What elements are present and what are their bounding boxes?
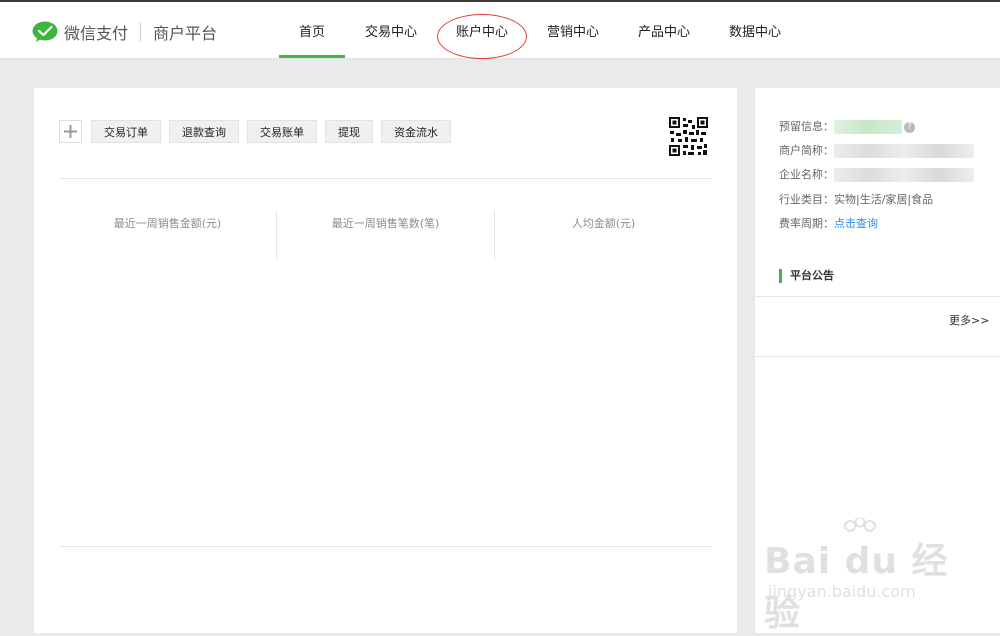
rate-period-row: 费率周期：点击查询 — [779, 215, 878, 231]
withdraw-button[interactable]: 提现 — [325, 120, 373, 143]
trade-bills-button[interactable]: 交易账单 — [247, 120, 317, 143]
merchant-short-name-row: 商户简称： — [779, 142, 974, 158]
reserved-info-value-redacted — [834, 120, 902, 134]
platform-notice-title: 平台公告 — [779, 269, 834, 283]
industry-label: 行业类目： — [779, 193, 834, 206]
sales-stats: 最近一周销售金额(元) 最近一周销售笔数(笔) 人均金额(元) — [59, 210, 712, 260]
main-nav: 首页 交易中心 账户中心 营销中心 产品中心 数据中心 — [279, 2, 801, 58]
logo[interactable]: 微信支付 商户平台 — [32, 20, 217, 44]
nav-product-center[interactable]: 产品中心 — [619, 2, 709, 58]
quick-toolbar: 交易订单 退款查询 交易账单 提现 资金流水 — [59, 120, 459, 143]
stat-weekly-sales-amount: 最近一周销售金额(元) — [113, 217, 222, 230]
add-shortcut-button[interactable] — [59, 120, 82, 143]
nav-data-center[interactable]: 数据中心 — [709, 2, 801, 58]
company-name-redacted — [834, 168, 974, 182]
baidu-watermark: Bai du 经验 jingyan.baidu.com — [764, 518, 954, 634]
watermark-url: jingyan.baidu.com — [768, 582, 916, 601]
wechat-pay-logo-icon — [32, 21, 58, 42]
nav-marketing-center[interactable]: 营销中心 — [527, 2, 619, 58]
reserved-info-label: 预留信息： — [779, 120, 834, 133]
nav-home[interactable]: 首页 — [279, 2, 345, 58]
trade-orders-button[interactable]: 交易订单 — [91, 120, 161, 143]
merchant-short-name-label: 商户简称： — [779, 144, 834, 157]
main-panel: 交易订单 退款查询 交易账单 提现 资金流水 最近一周销售金额(元) 最近一周销… — [34, 88, 737, 633]
reserved-info-row: 预留信息：? — [779, 118, 915, 134]
refund-query-button[interactable]: 退款查询 — [169, 120, 239, 143]
brand-divider — [140, 23, 142, 41]
content-divider — [59, 546, 712, 547]
qr-code-icon[interactable] — [668, 116, 709, 157]
toolbar-divider — [59, 178, 712, 179]
stat-average-amount: 人均金额(元) — [494, 210, 712, 260]
fund-flow-button[interactable]: 资金流水 — [381, 120, 451, 143]
rate-period-label: 费率周期： — [779, 217, 834, 230]
notice-divider-top — [755, 296, 1000, 297]
nav-trade-center[interactable]: 交易中心 — [345, 2, 437, 58]
rate-query-link[interactable]: 点击查询 — [834, 217, 878, 230]
nav-account-center[interactable]: 账户中心 — [437, 2, 527, 58]
brand-name: 微信支付 — [64, 24, 129, 43]
industry-row: 行业类目：实物|生活/家居|食品 — [779, 191, 933, 207]
industry-value: 实物|生活/家居|食品 — [834, 193, 934, 206]
help-icon[interactable]: ? — [904, 121, 915, 133]
notice-divider-bottom — [755, 356, 1000, 357]
company-name-label: 企业名称： — [779, 168, 834, 181]
top-header: 微信支付 商户平台 首页 交易中心 账户中心 营销中心 产品中心 数据中心 — [0, 2, 1000, 59]
company-name-row: 企业名称： — [779, 166, 974, 182]
stat-weekly-sales-count: 最近一周销售笔数(笔) — [276, 210, 494, 260]
plus-icon — [64, 125, 77, 138]
brand-subtitle: 商户平台 — [153, 24, 218, 43]
merchant-short-name-redacted — [834, 144, 974, 158]
more-notices-link[interactable]: 更多>> — [949, 312, 989, 328]
